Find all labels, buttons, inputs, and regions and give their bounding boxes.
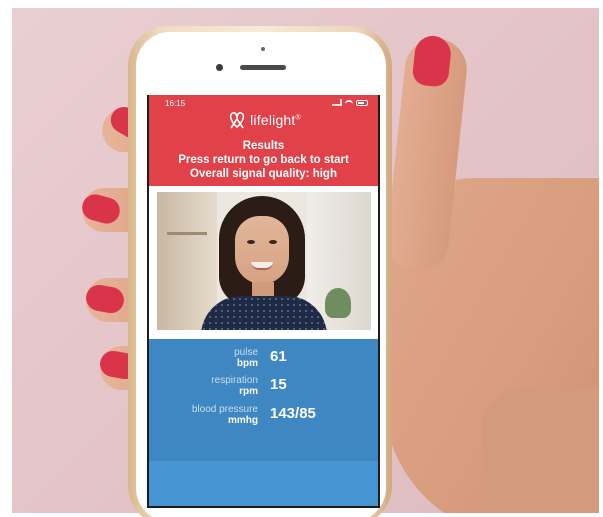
status-icons	[332, 99, 368, 106]
metric-unit: rpm	[239, 386, 258, 397]
brand-logo: lifelight®	[149, 108, 378, 132]
app-screen: 16:15 lifelight® Results Press return to…	[147, 95, 380, 508]
metric-value: 61	[270, 348, 287, 365]
results-header: 16:15 lifelight® Results Press return to…	[149, 95, 378, 186]
hand-wrist	[482, 388, 599, 513]
signal-quality-text: Overall signal quality: high	[190, 168, 337, 180]
wifi-icon	[345, 99, 353, 106]
metric-pulse: pulse bpm 61	[149, 347, 378, 375]
metric-blood-pressure: blood pressure mmhg 143/85	[149, 404, 378, 432]
metric-label: pulse	[234, 347, 258, 358]
metric-value: 15	[270, 376, 287, 393]
return-instruction: Press return to go back to start	[178, 154, 349, 166]
metric-value: 143/85	[270, 405, 316, 422]
results-footer	[149, 461, 378, 506]
front-camera	[216, 64, 223, 71]
heart-loop-icon	[229, 112, 245, 129]
status-time: 16:15	[165, 99, 186, 108]
metric-respiration: respiration rpm 15	[149, 375, 378, 403]
proximity-sensor	[261, 47, 265, 51]
signal-icon	[332, 99, 342, 106]
metric-unit: mmhg	[228, 415, 258, 426]
metric-label: respiration	[211, 375, 258, 386]
metric-label: blood pressure	[191, 404, 258, 415]
brand-name: lifelight	[250, 112, 296, 128]
battery-icon	[356, 99, 368, 106]
thumb-nail	[411, 34, 453, 88]
results-title: Results	[242, 140, 285, 152]
earpiece-speaker	[240, 65, 286, 70]
metric-unit: bpm	[236, 358, 258, 369]
brand-trademark: ®	[295, 114, 301, 122]
face-photo	[157, 192, 371, 330]
